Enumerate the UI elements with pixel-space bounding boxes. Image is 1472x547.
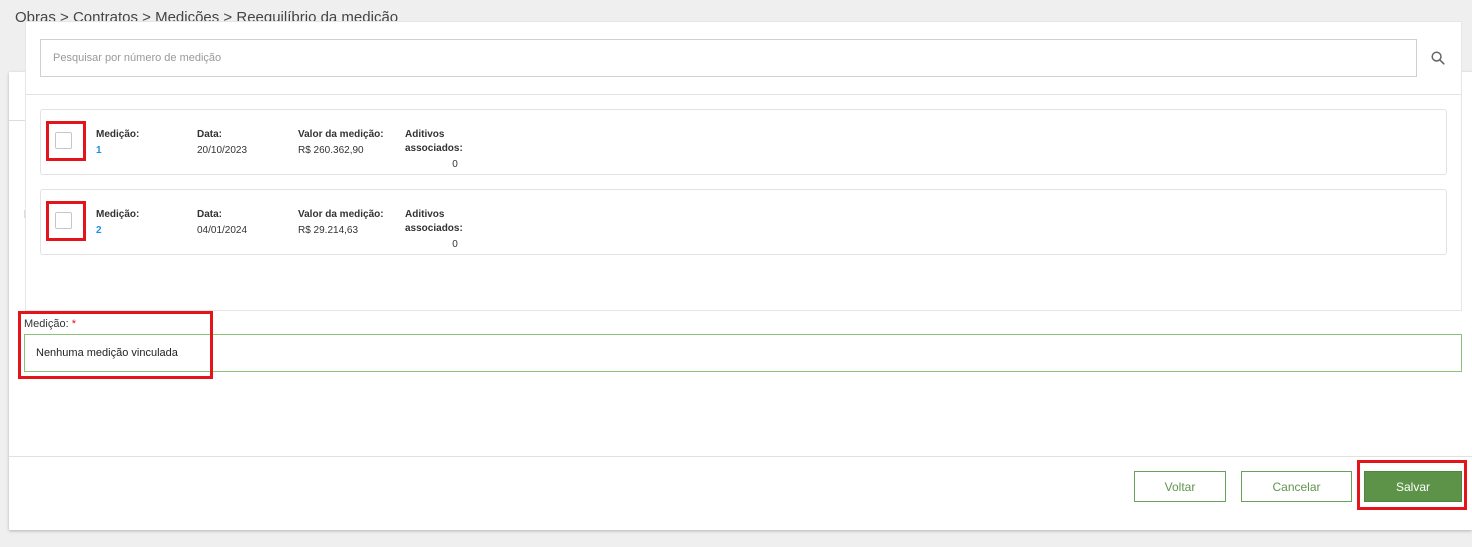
measurement-value-amount: R$ 29.214,63 — [298, 225, 359, 236]
measurement-date-column: Data: 20/10/2023 — [197, 128, 247, 158]
background-divider — [9, 120, 25, 121]
measurement-date-value: 04/01/2024 — [197, 225, 248, 236]
measurement-amendments-column: Aditivos associados: 0 — [405, 128, 505, 172]
back-button[interactable]: Voltar — [1134, 471, 1226, 502]
measurement-amendments-label: Aditivos associados: — [405, 129, 463, 154]
measurement-card: Medição: 2 Data: 04/01/2024 Valor da med… — [40, 189, 1447, 255]
measurement-value-label: Valor da medição: — [298, 209, 384, 220]
search-button[interactable] — [1426, 44, 1450, 72]
highlight-box — [1357, 460, 1467, 510]
measurement-checkbox[interactable] — [55, 132, 72, 149]
measurement-value-column: Valor da medição: R$ 260.362,90 — [298, 128, 384, 158]
measurement-number-label: Medição: — [96, 129, 140, 140]
measurement-value-amount: R$ 260.362,90 — [298, 145, 364, 156]
measurement-value-column: Valor da medição: R$ 29.214,63 — [298, 208, 384, 238]
measurement-number-column: Medição: 2 — [96, 208, 139, 238]
measurement-date-column: Data: 04/01/2024 — [197, 208, 247, 238]
measurement-number-label: Medição: — [96, 209, 140, 220]
measurement-date-label: Data: — [197, 129, 223, 140]
measurement-number-link[interactable]: 1 — [96, 144, 139, 158]
measurement-number-link[interactable]: 2 — [96, 224, 139, 238]
search-input[interactable] — [40, 39, 1417, 77]
footer-divider — [9, 456, 1472, 457]
measurement-amendments-count: 0 — [452, 239, 458, 250]
highlight-box — [18, 311, 213, 379]
search-icon — [1431, 51, 1445, 65]
search-divider — [26, 94, 1461, 95]
measurement-date-value: 20/10/2023 — [197, 145, 248, 156]
measurement-amendments-column: Aditivos associados: 0 — [405, 208, 505, 252]
medicao-field[interactable]: Nenhuma medição vinculada — [24, 334, 1462, 372]
measurement-value-label: Valor da medição: — [298, 129, 384, 140]
measurement-number-column: Medição: 1 — [96, 128, 139, 158]
cancel-button[interactable]: Cancelar — [1241, 471, 1352, 502]
measurement-card: Medição: 1 Data: 20/10/2023 Valor da med… — [40, 109, 1447, 175]
measurement-checkbox[interactable] — [55, 212, 72, 229]
measurement-date-label: Data: — [197, 209, 223, 220]
measurement-amendments-label: Aditivos associados: — [405, 209, 463, 234]
measurement-selection-panel: Medição: 1 Data: 20/10/2023 Valor da med… — [25, 21, 1462, 311]
measurement-amendments-count: 0 — [452, 159, 458, 170]
